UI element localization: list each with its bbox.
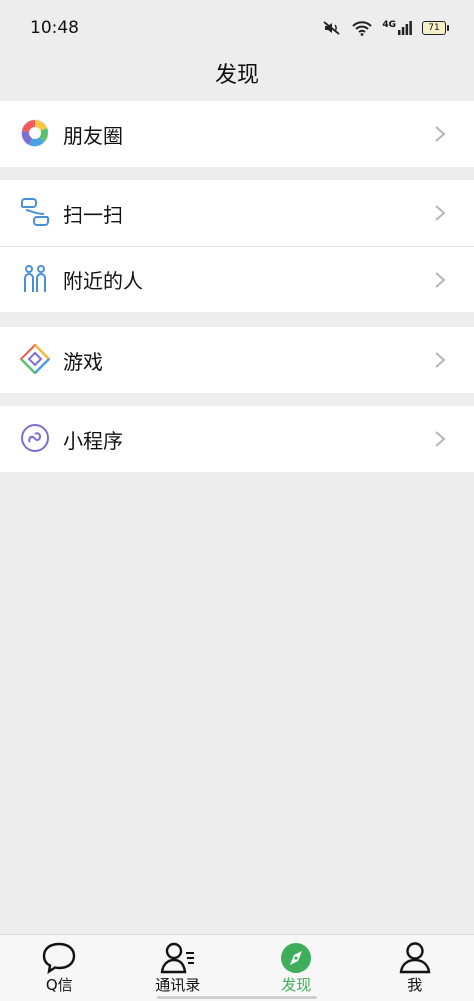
list-item-moments[interactable]: 朋友圈 bbox=[0, 101, 474, 167]
mute-icon bbox=[323, 21, 340, 35]
group-scan-nearby: 扫一扫 附近的人 bbox=[0, 180, 474, 312]
scan-icon bbox=[21, 198, 49, 226]
group-games: 游戏 bbox=[0, 327, 474, 393]
tab-label: 我 bbox=[407, 976, 423, 994]
tab-contacts[interactable]: 通讯录 bbox=[119, 935, 238, 1001]
page-title: 发现 bbox=[214, 63, 259, 88]
moments-icon bbox=[21, 119, 49, 147]
tab-messages[interactable]: Q信 bbox=[0, 935, 119, 1001]
list-item-label: 扫一扫 bbox=[63, 202, 123, 227]
list-item-label: 朋友圈 bbox=[63, 123, 123, 148]
battery-level: 71 bbox=[428, 23, 440, 33]
mini-program-icon bbox=[21, 424, 49, 452]
tab-discover[interactable]: 发现 bbox=[237, 935, 356, 1001]
status-time: 10:48 bbox=[30, 18, 79, 38]
people-nearby-icon bbox=[24, 265, 46, 292]
list-item-scan[interactable]: 扫一扫 bbox=[0, 180, 474, 246]
chat-bubble-icon bbox=[43, 942, 76, 975]
game-icon bbox=[20, 344, 50, 374]
status-bar: 10:48 4G 71 bbox=[0, 0, 474, 56]
wifi-icon bbox=[352, 21, 373, 36]
group-mini-programs: 小程序 bbox=[0, 406, 474, 472]
network-type: 4G bbox=[382, 20, 396, 30]
list-item-label: 附近的人 bbox=[63, 269, 143, 293]
chevron-right-icon bbox=[435, 126, 446, 142]
compass-icon bbox=[281, 943, 312, 973]
group-moments: 朋友圈 bbox=[0, 101, 474, 167]
tab-label: 发现 bbox=[281, 976, 312, 994]
tab-label: 通讯录 bbox=[155, 976, 201, 994]
status-icons: 4G 71 bbox=[322, 20, 449, 36]
bottom-tab-bar: Q信 通讯录 发现 我 bbox=[0, 934, 474, 1001]
signal-indicator: 4G bbox=[382, 21, 412, 35]
list-item-people-nearby[interactable]: 附近的人 bbox=[0, 246, 474, 312]
list-item-label: 小程序 bbox=[63, 428, 123, 453]
chevron-right-icon bbox=[435, 205, 446, 221]
chevron-right-icon bbox=[435, 272, 446, 288]
home-indicator[interactable] bbox=[157, 996, 317, 999]
chevron-right-icon bbox=[435, 431, 446, 447]
tab-me[interactable]: 我 bbox=[356, 935, 474, 1001]
tab-label: Q信 bbox=[45, 976, 73, 994]
signal-icon bbox=[398, 21, 412, 35]
contacts-icon bbox=[160, 942, 194, 974]
list-item-label: 游戏 bbox=[63, 349, 103, 374]
list-item-mini-programs[interactable]: 小程序 bbox=[0, 406, 474, 472]
person-icon bbox=[399, 942, 431, 974]
battery-icon: 71 bbox=[422, 21, 449, 35]
list-item-games[interactable]: 游戏 bbox=[0, 327, 474, 393]
chevron-right-icon bbox=[435, 352, 446, 368]
